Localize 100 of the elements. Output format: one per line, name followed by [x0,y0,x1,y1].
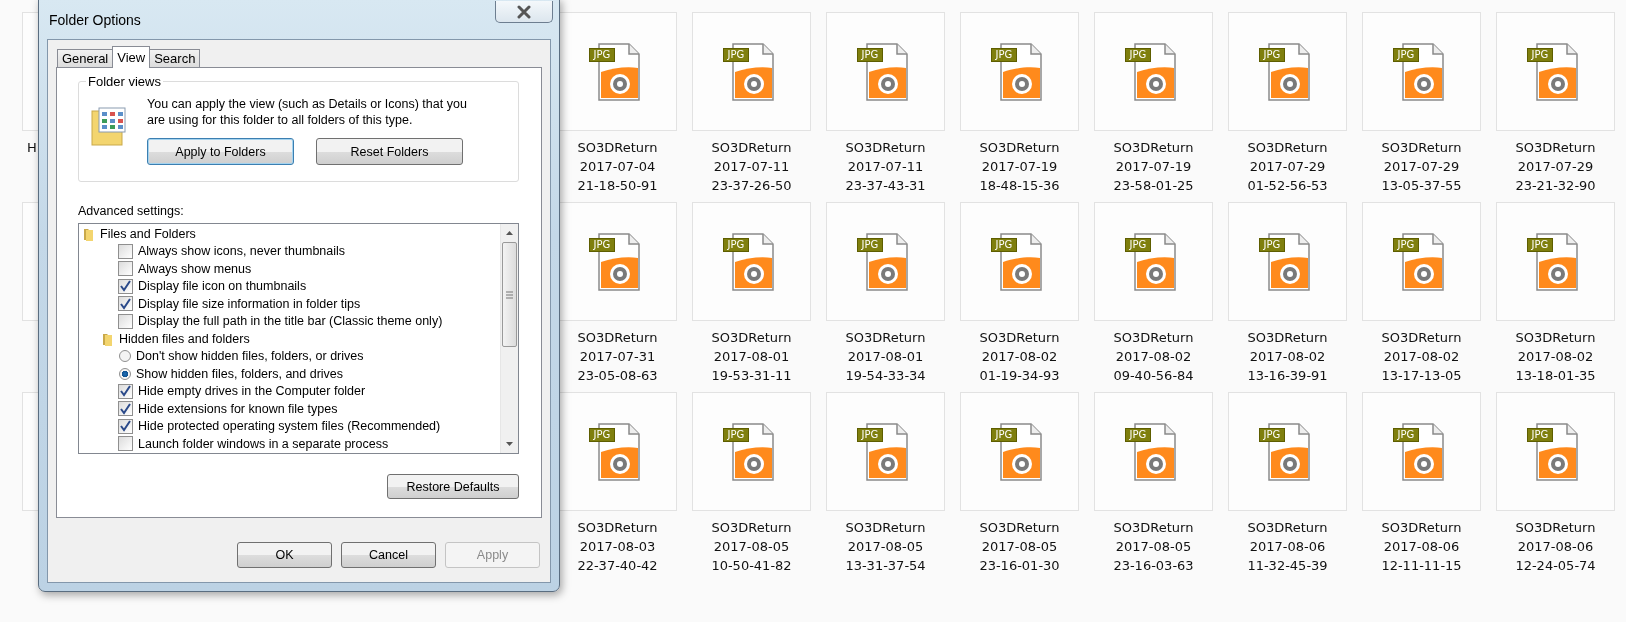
file-type-badge: JPG [1392,237,1420,252]
file-name: SO3DReturn 2017-08-01 19-53-31-11 [710,329,793,385]
restore-defaults-button[interactable]: Restore Defaults [387,474,519,499]
file-name: SO3DReturn 2017-08-02 13-16-39-91 [1246,329,1329,385]
file-type-badge: JPG [722,47,750,62]
check-icon [119,385,132,398]
description-text: You can apply the view (such as Details or Icons) that you are using for this folder to all folders of this type. [147,96,468,128]
file-type-badge: JPG [990,47,1018,62]
setting-label: Hide extensions for known file types [138,401,338,416]
file-name: SO3DReturn 2017-07-31 23-05-08-63 [576,329,659,385]
setting-label: Display file size information in folder tips [138,296,361,311]
file-type-badge: JPG [856,427,884,442]
group-label: Folder views [86,74,163,89]
file-tile[interactable]: JPG [960,202,1079,321]
file-name: SO3DReturn 2017-08-01 19-54-33-34 [844,329,927,385]
radio-button[interactable] [119,350,131,363]
file-tile[interactable]: JPG [1094,12,1213,131]
file-type-badge: JPG [1124,47,1152,62]
file-tile[interactable]: JPG [960,12,1079,131]
file-tile[interactable]: JPG [558,202,677,321]
group-label: Files and Folders [100,226,196,241]
file-name: SO3DReturn 2017-07-04 21-18-50-91 [576,139,659,195]
file-type-badge: JPG [1124,237,1152,252]
checkbox[interactable] [118,436,133,452]
tab[interactable]: Search [149,49,201,67]
scrollbar-thumb[interactable] [502,242,517,347]
folder-button[interactable]: Apply to Folders [147,138,294,165]
file-type-badge: JPG [1392,47,1420,62]
close-button[interactable] [495,1,553,23]
file-name: SO3DReturn 2017-07-11 23-37-26-50 [710,139,793,195]
file-name: SO3DReturn 2017-08-02 09-40-56-84 [1112,329,1195,385]
setting-label: Don't show hidden files, folders, or drives [136,349,364,364]
file-type-badge: JPG [1392,427,1420,442]
file-tile[interactable]: JPG [1496,392,1615,511]
file-type-badge: JPG [722,237,750,252]
check-icon [119,280,132,293]
file-tile[interactable]: JPG [826,12,945,131]
file-name: SO3DReturn 2017-08-02 01-19-34-93 [978,329,1061,385]
file-type-badge: JPG [1258,427,1286,442]
checkbox[interactable] [118,313,133,329]
setting-label: Launch folder windows in a separate process [138,436,389,451]
file-tile[interactable]: JPG [1228,392,1347,511]
file-tile[interactable]: JPG [1094,392,1213,511]
file-name: H [26,139,37,157]
checkbox[interactable] [118,401,133,417]
file-tile[interactable]: JPG [692,12,811,131]
scroll-down-icon [505,441,514,447]
file-tile[interactable]: JPG [1496,202,1615,321]
file-tile[interactable]: JPG [692,392,811,511]
folder-button[interactable]: Reset Folders [316,138,463,165]
file-name: SO3DReturn 2017-08-06 12-24-05-74 [1514,519,1597,575]
file-tile[interactable]: JPG [1228,202,1347,321]
check-icon [119,297,132,310]
dialog-button[interactable]: Cancel [341,542,436,568]
grip-icon [506,290,513,299]
file-type-badge: JPG [1526,427,1554,442]
check-icon [119,402,132,415]
file-name: SO3DReturn 2017-07-29 01-52-56-53 [1246,139,1329,195]
setting-label: Always show icons, never thumbnails [138,244,346,259]
file-tile[interactable]: JPG [558,12,677,131]
checkbox[interactable] [118,383,133,399]
file-name: SO3DReturn 2017-08-05 23-16-03-63 [1112,519,1195,575]
file-tile[interactable]: JPG [960,392,1079,511]
scroll-up-icon [505,230,514,236]
section-label: Advanced settings: [78,204,185,218]
checkbox[interactable] [118,261,133,277]
folder-view-icon [89,105,129,149]
dialog-button[interactable]: OK [237,542,332,568]
tab[interactable]: General [57,49,114,67]
file-type-badge: JPG [1258,237,1286,252]
file-tile[interactable]: JPG [1362,202,1481,321]
tab[interactable]: View [112,46,151,68]
file-tile[interactable]: JPG [1496,12,1615,131]
scrollbar[interactable] [500,224,518,453]
radio-button[interactable] [119,367,131,380]
file-tile[interactable]: JPG [1362,12,1481,131]
file-name: SO3DReturn 2017-07-19 23-58-01-25 [1112,139,1195,195]
setting-label: Hide protected operating system files (Recommended) [138,419,441,434]
file-name: SO3DReturn 2017-08-05 10-50-41-82 [710,519,793,575]
file-type-badge: JPG [990,427,1018,442]
checkbox[interactable] [118,243,133,259]
file-type-badge: JPG [588,47,616,62]
checkbox[interactable] [118,296,133,312]
file-type-badge: JPG [1526,237,1554,252]
file-name: SO3DReturn 2017-08-05 13-31-37-54 [844,519,927,575]
file-tile[interactable]: JPG [1228,12,1347,131]
file-name: SO3DReturn 2017-07-19 18-48-15-36 [978,139,1061,195]
checkbox[interactable] [118,418,133,434]
file-tile[interactable]: JPG [1094,202,1213,321]
file-tile[interactable]: JPG [558,392,677,511]
file-tile[interactable]: JPG [692,202,811,321]
check-icon [119,420,132,433]
file-tile[interactable]: JPG [826,202,945,321]
file-tile[interactable]: JPG [826,392,945,511]
setting-label: Hide empty drives in the Computer folder [138,384,366,399]
file-type-badge: JPG [722,427,750,442]
file-tile[interactable]: JPG [1362,392,1481,511]
file-type-badge: JPG [856,237,884,252]
checkbox[interactable] [118,278,133,294]
file-name: SO3DReturn 2017-08-05 23-16-01-30 [978,519,1061,575]
